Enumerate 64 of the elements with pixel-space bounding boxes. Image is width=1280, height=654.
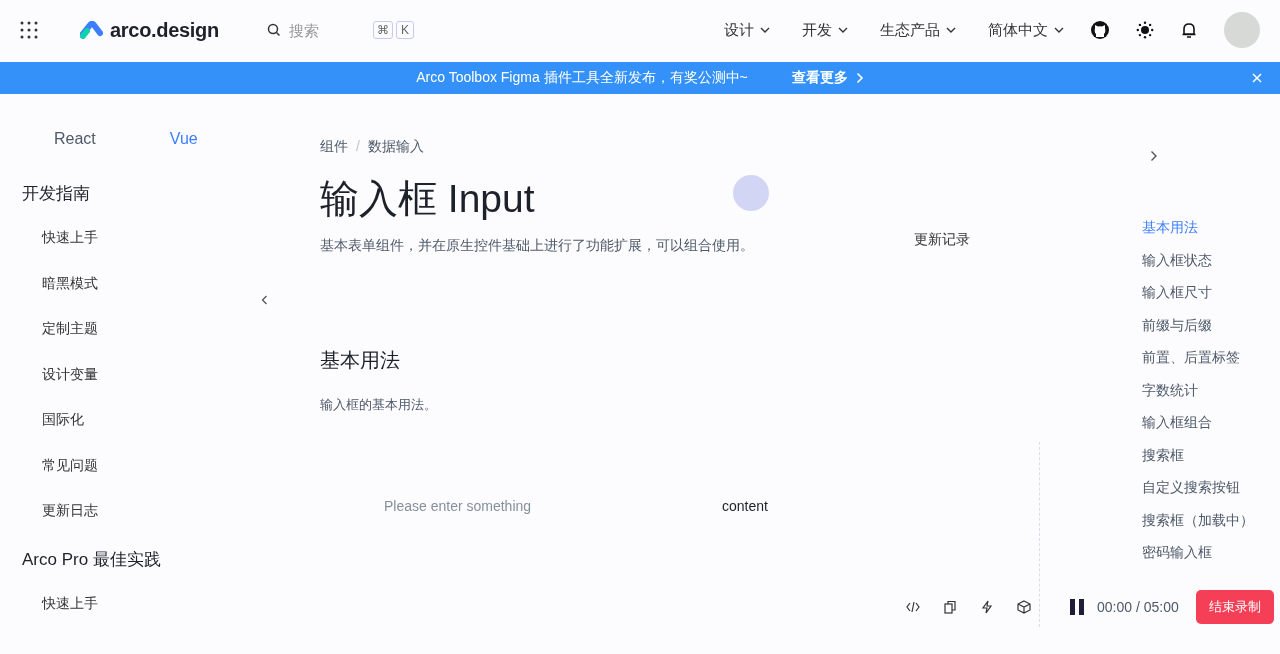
framework-tab[interactable]: React — [54, 130, 96, 148]
sidebar-item[interactable]: 常见问题 — [22, 456, 290, 475]
shortcut-key: ⌘ — [372, 21, 393, 39]
caret-down-icon — [1054, 27, 1064, 33]
caret-down-icon — [760, 27, 770, 33]
cursor-highlight — [732, 175, 769, 212]
close-icon[interactable] — [1252, 73, 1262, 83]
nav-menu[interactable]: 开发 — [802, 20, 848, 40]
input-field[interactable]: content — [718, 493, 846, 518]
page-title: 输入框 Input — [320, 176, 535, 222]
toc-link[interactable]: 输入框组合 — [1142, 413, 1212, 431]
github-icon[interactable] — [1090, 20, 1110, 40]
input-field[interactable]: Please enter something — [380, 493, 688, 518]
recording-time: 00:00 / 05:00 — [1097, 599, 1179, 615]
nav-menu[interactable]: 设计 — [724, 20, 770, 40]
copy-icon[interactable] — [943, 600, 957, 614]
caret-down-icon — [946, 27, 956, 33]
section-title: 基本用法 — [320, 347, 401, 373]
toc-link[interactable]: 搜索框（加载中） — [1142, 510, 1254, 529]
section-heading: Arco Pro 最佳实践 — [22, 548, 162, 571]
section-heading: 开发指南 — [22, 183, 91, 205]
toc-link[interactable]: 密码输入框 — [1142, 543, 1212, 561]
nav-menu[interactable]: 生态产品 — [880, 20, 956, 40]
lightning-icon[interactable] — [980, 600, 994, 614]
stop-recording-button[interactable]: 结束录制 — [1195, 590, 1274, 624]
search-field[interactable]: 搜索 — [286, 20, 351, 40]
sidebar-item[interactable]: 国际化 — [22, 411, 290, 429]
toc-link[interactable]: 字数统计 — [1142, 380, 1198, 399]
changelog-link[interactable]: 更新记录 — [914, 230, 970, 249]
caret-down-icon — [838, 27, 848, 33]
sidebar-item[interactable]: 暗黑模式 — [22, 274, 290, 293]
breadcrumb-separator: / — [356, 138, 360, 156]
toc-link[interactable]: 搜索框 — [1142, 445, 1184, 464]
sun-icon[interactable] — [1136, 21, 1154, 39]
section-description: 输入框的基本用法。 — [320, 395, 438, 414]
nav-menu[interactable]: 简体中文 — [988, 20, 1064, 40]
apps-grid-icon[interactable] — [20, 21, 38, 39]
chevron-right-icon[interactable] — [1150, 150, 1158, 162]
breadcrumb-item[interactable]: 组件 — [320, 138, 348, 156]
logo-icon — [80, 21, 106, 39]
sidebar-item[interactable]: 快速上手 — [22, 594, 290, 613]
code-icon[interactable] — [906, 600, 920, 614]
toc-link[interactable]: 输入框尺寸 — [1142, 283, 1212, 301]
toc-link[interactable]: 基本用法 — [1142, 218, 1198, 236]
search-icon — [266, 23, 281, 37]
chevron-right-icon — [855, 72, 864, 84]
toc-link[interactable]: 前缀与后缀 — [1142, 315, 1212, 334]
pause-icon[interactable] — [1068, 598, 1086, 616]
toc-link[interactable]: 前置、后置标签 — [1142, 348, 1240, 366]
chevron-left-icon — [260, 295, 268, 305]
toc-link[interactable]: 输入框状态 — [1142, 250, 1212, 269]
logo-text[interactable]: arco.design — [110, 18, 219, 42]
banner-text: Arco Toolbox Figma 插件工具全新发布，有奖公测中~ — [416, 69, 748, 87]
cube-icon[interactable] — [1017, 600, 1031, 614]
sidebar-item[interactable]: 设计变量 — [22, 365, 290, 384]
sidebar-item[interactable]: 更新日志 — [22, 502, 290, 520]
shortcut-key: K — [395, 21, 414, 39]
sidebar-item[interactable]: 快速上手 — [22, 229, 290, 247]
sidebar-item[interactable]: 定制主题 — [22, 320, 290, 338]
toc-link[interactable]: 自定义搜索按钮 — [1142, 478, 1240, 496]
framework-tab[interactable]: Vue — [169, 130, 198, 148]
bell-icon[interactable] — [1180, 21, 1198, 39]
page-description: 基本表单组件，并在原生控件基础上进行了功能扩展，可以组合使用。 — [320, 236, 755, 255]
breadcrumb-item[interactable]: 数据输入 — [367, 138, 424, 156]
